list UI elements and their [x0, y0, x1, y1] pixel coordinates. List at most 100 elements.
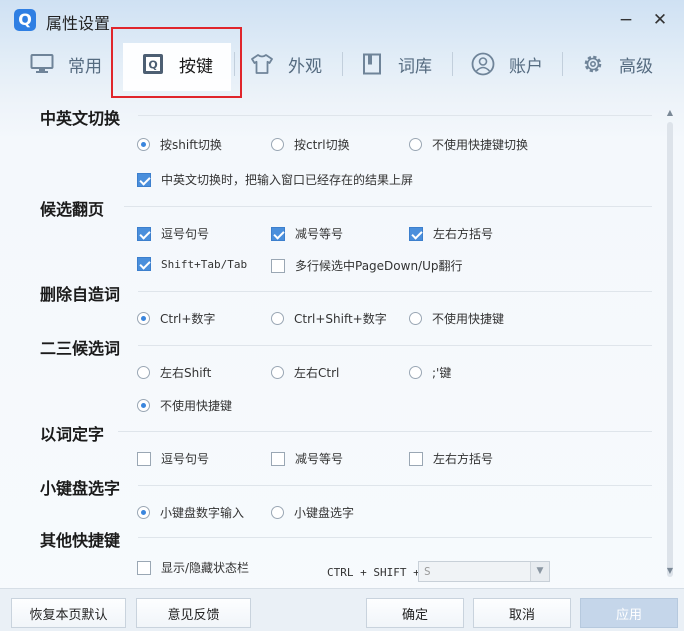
scroll-up-arrow-icon[interactable]: ▲ [664, 108, 676, 118]
close-button[interactable]: ✕ [650, 10, 670, 30]
section-divider [138, 485, 652, 486]
checkbox-paging-minus[interactable]: 减号等号 [271, 225, 343, 242]
radio-label: ;'键 [432, 366, 452, 380]
scroll-down-arrow-icon[interactable]: ▼ [664, 566, 676, 576]
section-divider [118, 431, 652, 432]
tab-general-label: 常用 [68, 56, 102, 77]
section-title-word-char: 以词定字 [40, 425, 105, 444]
tab-keys[interactable]: Q 按键 [141, 40, 213, 88]
radio-button[interactable] [137, 138, 150, 151]
radio-button[interactable] [409, 138, 422, 151]
radio-numpad-input[interactable]: 小键盘数字输入 [137, 504, 244, 521]
vertical-scrollbar[interactable]: ▲ ▼ [664, 108, 676, 578]
radio-candidate-none[interactable]: 不使用快捷键 [137, 397, 232, 414]
checkbox[interactable] [409, 226, 423, 241]
footer-bar: 恢复本页默认 意见反馈 确定 取消 应用 [0, 588, 684, 631]
window-title: 属性设置 [46, 14, 111, 33]
radio-delete-ctrl-num[interactable]: Ctrl+数字 [137, 310, 215, 327]
radio-label: 按ctrl切换 [294, 138, 350, 152]
checkbox[interactable] [271, 258, 285, 273]
radio-button[interactable] [137, 506, 150, 519]
checkbox-label: 逗号句号 [161, 227, 210, 241]
chevron-down-icon[interactable]: ▼ [530, 562, 549, 581]
restore-defaults-button[interactable]: 恢复本页默认 [11, 598, 126, 628]
radio-button[interactable] [271, 312, 284, 325]
checkbox-wordchar-brackets[interactable]: 左右方括号 [409, 450, 493, 467]
radio-candidate-shift[interactable]: 左右Shift [137, 364, 211, 381]
radio-label: 小键盘数字输入 [160, 506, 245, 520]
section-title-delete: 删除自造词 [40, 285, 121, 304]
tshirt-icon [250, 52, 274, 76]
radio-button[interactable] [137, 366, 150, 379]
feedback-button[interactable]: 意见反馈 [136, 598, 251, 628]
radio-button[interactable] [137, 399, 150, 412]
radio-button[interactable] [409, 312, 422, 325]
tab-divider [562, 52, 563, 76]
radio-delete-none[interactable]: 不使用快捷键 [409, 310, 504, 327]
radio-switch-none[interactable]: 不使用快捷键切换 [409, 136, 528, 153]
tab-divider [452, 52, 453, 76]
checkbox[interactable] [409, 451, 423, 466]
checkbox-paging-comma[interactable]: 逗号句号 [137, 225, 209, 242]
checkbox-wordchar-minus[interactable]: 减号等号 [271, 450, 343, 467]
section-title-switch: 中英文切换 [40, 109, 121, 128]
tab-account-label: 账户 [509, 56, 543, 77]
scrollbar-thumb[interactable] [667, 122, 673, 577]
checkbox-label: 左右方括号 [433, 452, 494, 466]
checkbox[interactable] [137, 451, 151, 466]
radio-candidate-ctrl[interactable]: 左右Ctrl [271, 364, 339, 381]
checkbox[interactable] [271, 451, 285, 466]
radio-button[interactable] [271, 506, 284, 519]
radio-switch-shift[interactable]: 按shift切换 [137, 136, 222, 153]
app-logo-icon: Q [14, 9, 36, 31]
radio-delete-ctrl-shift-num[interactable]: Ctrl+Shift+数字 [271, 310, 387, 327]
settings-window: Q 属性设置 − ✕ 常用 Q 按键 外观 词库 账户 高级 中英文切换 按sh… [0, 0, 684, 631]
user-icon [471, 52, 495, 76]
tab-advanced-label: 高级 [619, 56, 653, 77]
checkbox-label: 逗号句号 [161, 452, 210, 466]
radio-label: 小键盘选字 [294, 506, 355, 520]
radio-switch-ctrl[interactable]: 按ctrl切换 [271, 136, 350, 153]
checkbox-paging-shift-tab[interactable]: Shift+Tab/Tab [137, 257, 247, 271]
checkbox-label: 多行候选中PageDown/Up翻行 [295, 259, 463, 273]
radio-label: 按shift切换 [160, 138, 222, 152]
checkbox-paging-brackets[interactable]: 左右方括号 [409, 225, 493, 242]
checkbox[interactable] [137, 257, 151, 271]
tab-keys-label: 按键 [179, 56, 213, 77]
checkbox-paging-pagedown[interactable]: 多行候选中PageDown/Up翻行 [271, 257, 463, 274]
radio-button[interactable] [271, 138, 284, 151]
radio-numpad-select[interactable]: 小键盘选字 [271, 504, 354, 521]
radio-button[interactable] [137, 312, 150, 325]
checkbox-wordchar-comma[interactable]: 逗号句号 [137, 450, 209, 467]
section-title-other: 其他快捷键 [40, 531, 121, 550]
checkbox-commit-on-switch[interactable]: 中英文切换时，把输入窗口已经存在的结果上屏 [137, 171, 413, 188]
radio-button[interactable] [271, 366, 284, 379]
settings-content: 中英文切换 按shift切换 按ctrl切换 不使用快捷键切换 中英文切换时，把… [0, 96, 676, 582]
tab-appearance[interactable]: 外观 [250, 40, 322, 88]
checkbox-label: Shift+Tab/Tab [161, 257, 248, 271]
section-title-second-third: 二三候选词 [40, 339, 121, 358]
apply-button[interactable]: 应用 [580, 598, 678, 628]
tab-dictionary[interactable]: 词库 [360, 40, 432, 88]
tab-bar: 常用 Q 按键 外观 词库 账户 高级 [0, 40, 684, 88]
tab-appearance-label: 外观 [288, 56, 322, 77]
radio-label: 不使用快捷键 [432, 312, 505, 326]
tab-account[interactable]: 账户 [471, 40, 543, 88]
checkbox[interactable] [137, 226, 151, 241]
tab-advanced[interactable]: 高级 [581, 40, 653, 88]
cancel-button[interactable]: 取消 [473, 598, 571, 628]
checkbox[interactable] [137, 172, 151, 187]
radio-candidate-semicolon[interactable]: ;'键 [409, 364, 451, 381]
checkbox[interactable] [137, 560, 151, 575]
section-title-paging: 候选翻页 [40, 200, 105, 219]
radio-button[interactable] [409, 366, 422, 379]
ok-button[interactable]: 确定 [366, 598, 464, 628]
minimize-button[interactable]: − [616, 10, 636, 30]
section-title-numpad: 小键盘选字 [40, 479, 121, 498]
hotkey-key-select[interactable]: S ▼ [418, 561, 550, 582]
checkbox[interactable] [271, 226, 285, 241]
monitor-icon [30, 52, 54, 76]
radio-label: 不使用快捷键 [160, 399, 233, 413]
checkbox-toggle-status-bar[interactable]: 显示/隐藏状态栏 [137, 559, 249, 576]
tab-general[interactable]: 常用 [30, 40, 102, 88]
